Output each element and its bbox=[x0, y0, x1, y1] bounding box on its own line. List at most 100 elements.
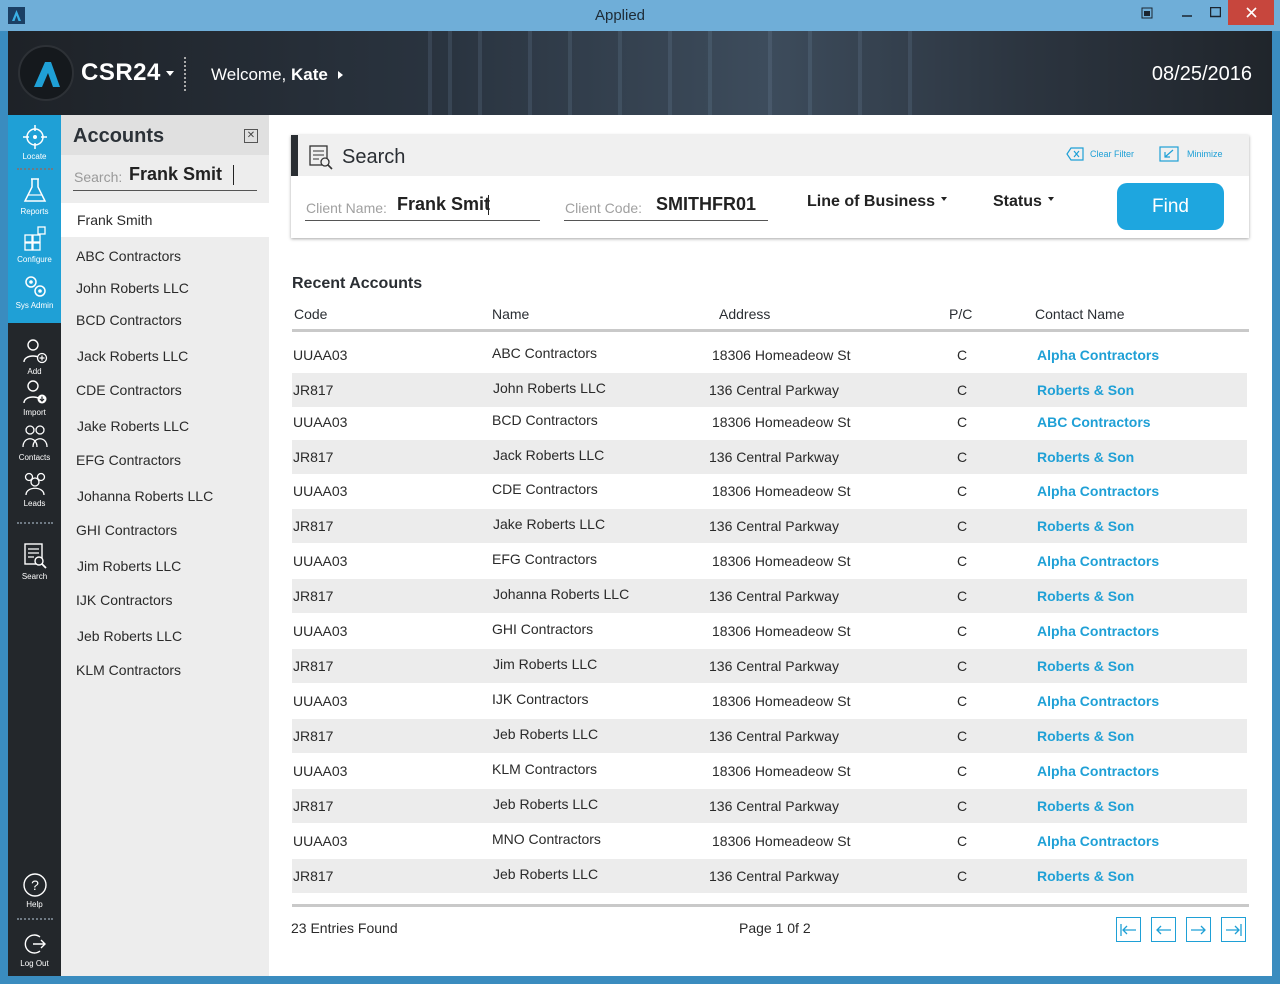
cell-contact[interactable]: Alpha Contractors bbox=[1037, 824, 1159, 858]
cell-contact[interactable]: Roberts & Son bbox=[1037, 373, 1134, 407]
account-item[interactable]: Jim Roberts LLC bbox=[61, 558, 269, 574]
table-row[interactable]: UUAA03 ABC Contractors 18306 Homeadeow St C… bbox=[292, 338, 1247, 372]
accounts-search-label: Search: bbox=[74, 169, 123, 185]
account-item[interactable]: John Roberts LLC bbox=[61, 280, 269, 296]
column-header-address[interactable]: Address bbox=[719, 306, 770, 322]
prev-page-button[interactable] bbox=[1151, 917, 1176, 942]
column-header-name[interactable]: Name bbox=[492, 306, 529, 322]
cell-contact[interactable]: Roberts & Son bbox=[1037, 440, 1134, 474]
cell-pc: C bbox=[957, 623, 968, 639]
nav-add[interactable]: Add bbox=[8, 337, 61, 376]
account-item[interactable]: GHI Contractors bbox=[61, 522, 269, 538]
table-row[interactable]: UUAA03 CDE Contractors 18306 Homeadeow St C… bbox=[292, 474, 1247, 508]
close-icon[interactable]: ✕ bbox=[244, 129, 258, 143]
column-header-code[interactable]: Code bbox=[294, 306, 327, 322]
nav-search[interactable]: Search bbox=[8, 542, 61, 581]
cell-contact[interactable]: ABC Contractors bbox=[1037, 405, 1151, 439]
cell-name: Jeb Roberts LLC bbox=[493, 726, 599, 742]
nav-configure[interactable]: Configure bbox=[8, 225, 61, 264]
cell-contact[interactable]: Roberts & Son bbox=[1037, 719, 1134, 753]
accounts-search-input[interactable]: Search: Frank Smit bbox=[73, 161, 257, 191]
left-nav: Locate Reports Configure Sys Admin Add I… bbox=[8, 115, 61, 976]
account-item[interactable]: Jack Roberts LLC bbox=[61, 348, 269, 364]
table-row[interactable]: JR817 Jack Roberts LLC 136 Central Parkway… bbox=[292, 440, 1247, 474]
account-item[interactable]: Jeb Roberts LLC bbox=[61, 628, 269, 644]
cell-contact[interactable]: Alpha Contractors bbox=[1037, 544, 1159, 578]
cell-address: 18306 Homeadeow St bbox=[712, 833, 851, 849]
table-row[interactable]: JR817 Jeb Roberts LLC 136 Central Parkway C… bbox=[292, 859, 1247, 893]
table-row[interactable]: UUAA03 BCD Contractors 18306 Homeadeow St C… bbox=[292, 405, 1247, 439]
cell-pc: C bbox=[957, 553, 968, 569]
column-header-pc[interactable]: P/C bbox=[949, 306, 972, 322]
table-row[interactable]: JR817 Johanna Roberts LLC 136 Central Park… bbox=[292, 579, 1247, 613]
nav-import[interactable]: Import bbox=[8, 378, 61, 417]
account-item[interactable]: EFG Contractors bbox=[61, 452, 269, 468]
minimize-search-button[interactable]: Minimize bbox=[1159, 146, 1223, 162]
cell-name: John Roberts LLC bbox=[493, 380, 606, 396]
table-row[interactable]: JR817 Jim Roberts LLC 136 Central Parkway C… bbox=[292, 649, 1247, 683]
account-item[interactable]: ABC Contractors bbox=[61, 248, 269, 264]
window-close-button[interactable] bbox=[1228, 0, 1274, 25]
cell-contact[interactable]: Roberts & Son bbox=[1037, 859, 1134, 893]
cell-contact[interactable]: Roberts & Son bbox=[1037, 509, 1134, 543]
account-item[interactable]: Frank Smith bbox=[61, 203, 269, 237]
user-name: Kate bbox=[291, 65, 328, 84]
user-menu-caret-icon[interactable] bbox=[338, 71, 343, 79]
table-row[interactable]: UUAA03 MNO Contractors 18306 Homeadeow St C… bbox=[292, 824, 1247, 858]
nav-sysadmin[interactable]: Sys Admin bbox=[8, 273, 61, 310]
leads-group-icon bbox=[24, 472, 45, 496]
clear-filter-button[interactable]: Clear Filter bbox=[1066, 147, 1134, 161]
welcome-menu[interactable]: Welcome, Kate bbox=[211, 65, 328, 85]
nav-help[interactable]: ? Help bbox=[8, 872, 61, 909]
cell-contact[interactable]: Alpha Contractors bbox=[1037, 614, 1159, 648]
contacts-icon bbox=[21, 425, 48, 448]
table-row[interactable]: UUAA03 GHI Contractors 18306 Homeadeow St C… bbox=[292, 614, 1247, 648]
brand-logo-icon[interactable] bbox=[18, 45, 74, 101]
client-code-input[interactable]: Client Code: SMITHFR01 bbox=[564, 189, 768, 221]
cell-contact[interactable]: Roberts & Son bbox=[1037, 579, 1134, 613]
brand-name[interactable]: CSR24 bbox=[81, 59, 161, 87]
next-page-button[interactable] bbox=[1186, 917, 1211, 942]
client-name-input[interactable]: Client Name: Frank Smit bbox=[305, 189, 540, 221]
last-page-button[interactable] bbox=[1221, 917, 1246, 942]
first-page-button[interactable] bbox=[1116, 917, 1141, 942]
nav-logout[interactable]: Log Out bbox=[8, 931, 61, 968]
cell-contact[interactable]: Roberts & Son bbox=[1037, 649, 1134, 683]
table-row[interactable]: UUAA03 KLM Contractors 18306 Homeadeow St C… bbox=[292, 754, 1247, 788]
status-dropdown[interactable]: Status bbox=[993, 193, 1054, 211]
line-of-business-dropdown[interactable]: Line of Business bbox=[807, 193, 948, 211]
cell-address: 136 Central Parkway bbox=[709, 658, 839, 674]
cell-name: BCD Contractors bbox=[492, 412, 598, 428]
cell-contact[interactable]: Alpha Contractors bbox=[1037, 474, 1159, 508]
cell-contact[interactable]: Alpha Contractors bbox=[1037, 338, 1159, 372]
table-row[interactable]: JR817 Jake Roberts LLC 136 Central Parkway… bbox=[292, 509, 1247, 543]
cell-code: UUAA03 bbox=[293, 483, 348, 499]
nav-locate[interactable]: Locate bbox=[8, 124, 61, 161]
account-item[interactable]: IJK Contractors bbox=[61, 592, 269, 608]
account-item[interactable]: BCD Contractors bbox=[61, 312, 269, 328]
brand-dropdown-icon[interactable] bbox=[166, 71, 174, 76]
cell-contact[interactable]: Alpha Contractors bbox=[1037, 754, 1159, 788]
nav-leads[interactable]: Leads bbox=[8, 469, 61, 508]
cell-name: MNO Contractors bbox=[492, 831, 601, 847]
account-item[interactable]: CDE Contractors bbox=[61, 382, 269, 398]
nav-reports[interactable]: Reports bbox=[8, 177, 61, 216]
find-button[interactable]: Find bbox=[1117, 183, 1224, 230]
account-item[interactable]: KLM Contractors bbox=[61, 662, 269, 678]
account-item[interactable]: Jake Roberts LLC bbox=[61, 418, 269, 434]
restore-layout-icon[interactable] bbox=[1130, 0, 1164, 25]
nav-contacts[interactable]: Contacts bbox=[8, 423, 61, 462]
account-item[interactable]: Johanna Roberts LLC bbox=[61, 488, 269, 504]
accounts-title: Accounts bbox=[73, 125, 165, 147]
cell-address: 136 Central Parkway bbox=[709, 868, 839, 884]
table-row[interactable]: JR817 John Roberts LLC 136 Central Parkway… bbox=[292, 373, 1247, 407]
cell-contact[interactable]: Roberts & Son bbox=[1037, 789, 1134, 823]
search-document-icon bbox=[23, 543, 47, 569]
column-header-contact[interactable]: Contact Name bbox=[1035, 306, 1124, 322]
window-maximize-button[interactable] bbox=[1198, 0, 1232, 25]
table-row[interactable]: JR817 Jeb Roberts LLC 136 Central Parkway C… bbox=[292, 719, 1247, 753]
table-row[interactable]: UUAA03 EFG Contractors 18306 Homeadeow St C… bbox=[292, 544, 1247, 578]
table-row[interactable]: UUAA03 IJK Contractors 18306 Homeadeow St C… bbox=[292, 684, 1247, 718]
table-row[interactable]: JR817 Jeb Roberts LLC 136 Central Parkway C… bbox=[292, 789, 1247, 823]
cell-contact[interactable]: Alpha Contractors bbox=[1037, 684, 1159, 718]
